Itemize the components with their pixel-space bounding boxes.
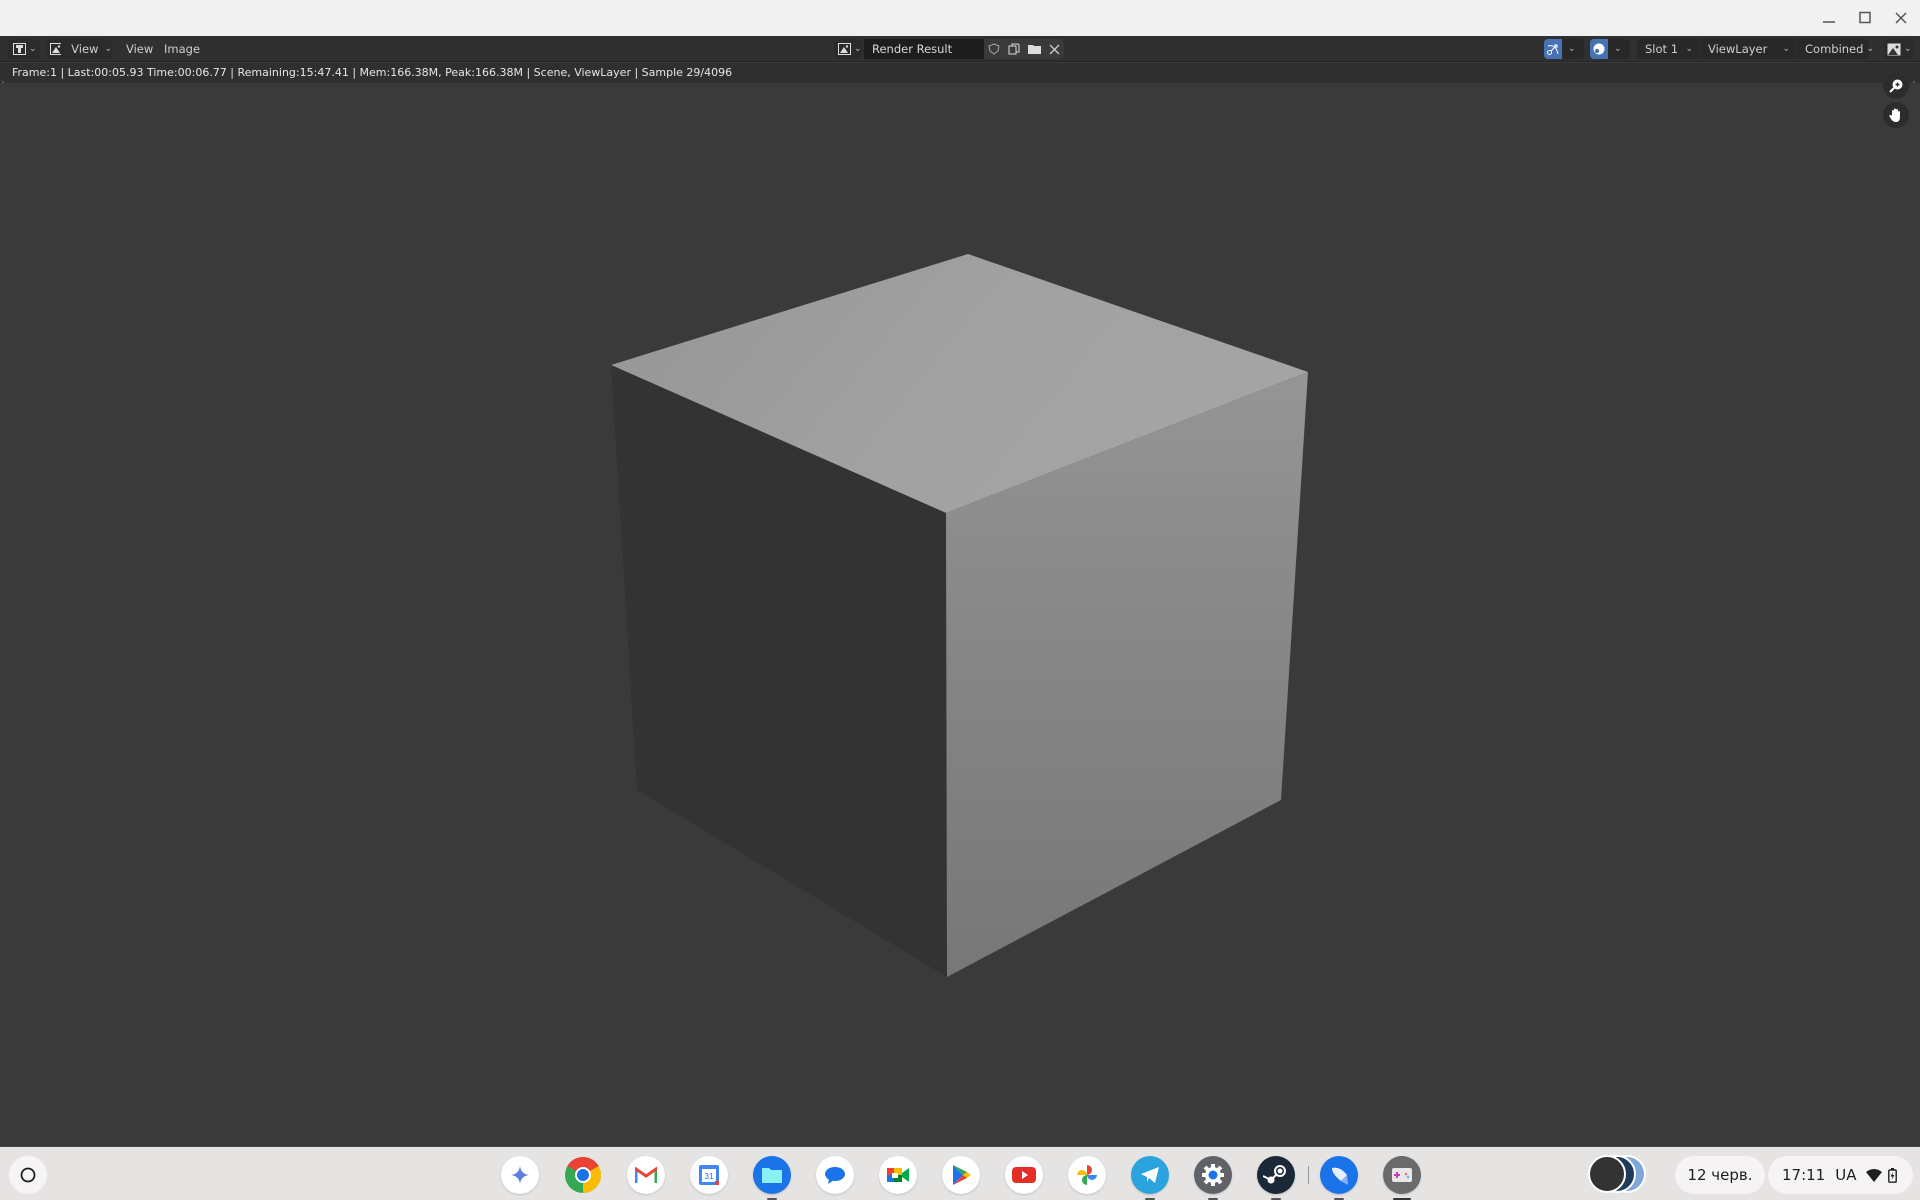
- zoom-icon: [1889, 79, 1903, 93]
- date-label: 12 черв.: [1687, 1166, 1753, 1184]
- image-mode-icon: [50, 43, 62, 55]
- render-pass-label: Combined: [1805, 42, 1864, 56]
- display-channels-dropdown[interactable]: ⌄: [1884, 39, 1914, 59]
- shelf-app-gemini[interactable]: [501, 1156, 539, 1194]
- gemini-icon: [511, 1166, 529, 1184]
- shelf-app-photos[interactable]: [1068, 1156, 1106, 1194]
- settings-icon: [1202, 1164, 1224, 1186]
- render-result-image: [611, 254, 1308, 977]
- shelf-app-settings[interactable]: [1194, 1156, 1232, 1200]
- image-viewport[interactable]: [0, 73, 1920, 1146]
- overlay-toggle[interactable]: ⌄: [1590, 39, 1630, 59]
- date-tray[interactable]: 12 черв.: [1675, 1156, 1765, 1194]
- shelf-app-play-store[interactable]: [942, 1156, 980, 1194]
- close-button[interactable]: [1889, 6, 1913, 30]
- shelf-app-meet[interactable]: [879, 1156, 917, 1194]
- view-layer-label: ViewLayer: [1708, 42, 1768, 56]
- image-actions: [984, 39, 1064, 59]
- open-image-folder-icon[interactable]: [1028, 43, 1041, 55]
- shelf-app-calendar[interactable]: 31: [690, 1156, 728, 1194]
- chevron-down-icon: ⌄: [1866, 44, 1874, 54]
- menu-view[interactable]: View: [122, 39, 157, 59]
- chevron-down-icon: ⌄: [1568, 44, 1576, 54]
- shelf-app-game[interactable]: [1383, 1156, 1421, 1200]
- view-layer-dropdown[interactable]: ViewLayer ⌄: [1700, 39, 1796, 59]
- shelf-divider: [1308, 1166, 1309, 1184]
- clock-label: 17:11: [1782, 1166, 1826, 1184]
- pan-gizmo[interactable]: [1883, 102, 1909, 128]
- holding-space-tray[interactable]: [1588, 1154, 1664, 1194]
- fake-user-shield-icon[interactable]: [988, 43, 1000, 55]
- view-dropdown-label: View: [71, 42, 99, 56]
- image-editor-header: ⌄ View ⌄ View Image ⌄ Render Result ⌄ ⌄ …: [0, 36, 1920, 62]
- game-icon: [1392, 1168, 1412, 1182]
- overlay-icon: [1593, 43, 1605, 55]
- shelf-app-youtube[interactable]: [1005, 1156, 1043, 1194]
- shelf-app-chrome[interactable]: [564, 1156, 602, 1194]
- rocket-icon: [1332, 1167, 1348, 1185]
- play-store-icon: [953, 1165, 971, 1185]
- pan-hand-icon: [1889, 108, 1900, 122]
- svg-text:31: 31: [705, 1172, 714, 1181]
- shelf-app-telegram[interactable]: [1131, 1156, 1169, 1200]
- render-pass-dropdown[interactable]: Combined ⌄: [1797, 39, 1874, 59]
- maximize-icon: [1859, 11, 1871, 24]
- menu-image[interactable]: Image: [160, 39, 204, 59]
- calendar-icon: 31: [699, 1165, 719, 1185]
- photos-icon: [1077, 1165, 1097, 1185]
- editor-type-button[interactable]: ⌄: [8, 39, 40, 59]
- chevron-down-icon: ⌄: [854, 44, 862, 54]
- gmail-icon: [635, 1166, 657, 1183]
- duplicate-image-icon[interactable]: [1008, 43, 1020, 55]
- os-shelf: 31 12 черв. 17:11 UA: [0, 1146, 1920, 1200]
- files-icon: [762, 1168, 782, 1183]
- maximize-button[interactable]: [1853, 6, 1877, 30]
- launcher-button[interactable]: [9, 1156, 47, 1194]
- chevron-down-icon: ⌄: [1904, 44, 1912, 54]
- minimize-button[interactable]: [1817, 6, 1841, 30]
- zoom-gizmo[interactable]: [1883, 73, 1909, 99]
- input-lang-label: UA: [1835, 1166, 1857, 1184]
- window-titlebar: [0, 0, 1920, 36]
- chevron-down-icon: ⌄: [1685, 44, 1693, 54]
- chevron-down-icon: ⌄: [1614, 44, 1622, 54]
- youtube-icon: [1012, 1167, 1036, 1183]
- messages-icon: [825, 1167, 845, 1184]
- slot-label: Slot 1: [1645, 42, 1679, 56]
- battery-charging-icon: [1888, 1167, 1898, 1183]
- slot-dropdown[interactable]: Slot 1 ⌄: [1637, 39, 1699, 59]
- chrome-icon: [565, 1156, 602, 1193]
- close-icon: [1895, 12, 1907, 24]
- shelf-app-gmail[interactable]: [627, 1156, 665, 1194]
- render-status-line: Frame:1 | Last:00:05.93 Time:00:06.77 | …: [0, 63, 1920, 83]
- launcher-icon: [20, 1167, 36, 1183]
- unlink-image-close-icon[interactable]: [1049, 44, 1060, 55]
- steam-icon: [1263, 1165, 1286, 1184]
- chevron-down-icon: ⌄: [1782, 44, 1790, 54]
- shelf-app-files[interactable]: [753, 1156, 791, 1200]
- meet-icon: [887, 1168, 909, 1182]
- wifi-icon: [1866, 1168, 1883, 1182]
- uv-sculpt-toggle[interactable]: ⌄: [1544, 39, 1584, 59]
- minimize-icon: [1823, 21, 1835, 23]
- display-channels-icon: [1887, 43, 1901, 55]
- holding-space-thumbnail: [1588, 1155, 1626, 1193]
- chevron-down-icon: ⌄: [29, 44, 37, 54]
- shelf-app-rocket[interactable]: [1320, 1156, 1358, 1200]
- shelf-app-messages[interactable]: [816, 1156, 854, 1194]
- image-browse-icon: [838, 43, 851, 55]
- system-tray[interactable]: 17:11 UA: [1768, 1156, 1913, 1194]
- image-browse-button[interactable]: ⌄: [834, 39, 862, 59]
- uv-sculpt-icon: [1547, 44, 1559, 55]
- mode-view-dropdown[interactable]: View ⌄: [46, 39, 112, 59]
- shelf-app-steam[interactable]: [1257, 1156, 1295, 1200]
- telegram-icon: [1141, 1167, 1159, 1183]
- image-editor-icon: [13, 43, 26, 55]
- chevron-down-icon: ⌄: [104, 44, 112, 54]
- image-name-field[interactable]: Render Result: [864, 39, 984, 59]
